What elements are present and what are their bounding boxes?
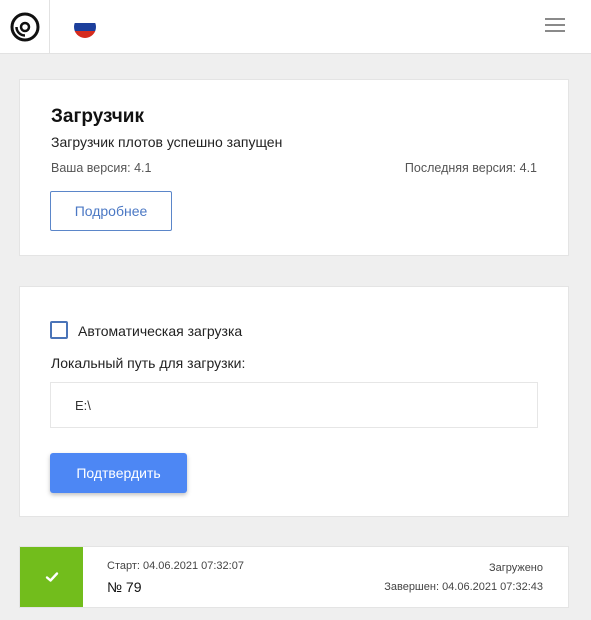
- auto-download-label[interactable]: Автоматическая загрузка: [78, 323, 242, 339]
- job-status-text: Загружено: [488, 562, 543, 574]
- menu-line: [545, 18, 565, 20]
- menu-line: [545, 30, 565, 32]
- flag-stripe-blue: [74, 23, 96, 31]
- logo[interactable]: [0, 0, 50, 54]
- flag-stripe-red: [74, 30, 96, 38]
- hamburger-menu-icon[interactable]: [541, 14, 569, 36]
- auto-download-checkbox[interactable]: [50, 321, 68, 339]
- latest-version: Последняя версия: 4.1: [404, 161, 537, 175]
- download-path-label: Локальный путь для загрузки:: [51, 355, 246, 371]
- menu-line: [545, 24, 565, 26]
- checkmark-icon: [45, 572, 58, 582]
- job-number: № 79: [107, 579, 142, 595]
- more-details-button[interactable]: Подробнее: [50, 191, 172, 231]
- job-row[interactable]: Старт: 04.06.2021 07:32:07 № 79 Загружен…: [19, 546, 569, 608]
- download-path-input[interactable]: [50, 382, 538, 428]
- russian-flag-icon[interactable]: [74, 16, 96, 38]
- settings-card: Автоматическая загрузка Локальный путь д…: [19, 286, 569, 517]
- confirm-button[interactable]: Подтвердить: [50, 453, 187, 493]
- top-bar: [0, 0, 591, 54]
- loader-title: Загрузчик: [51, 106, 144, 127]
- job-finish-time: Завершен: 04.06.2021 07:32:43: [384, 581, 543, 593]
- your-version: Ваша версия: 4.1: [51, 161, 152, 175]
- loader-card: Загрузчик Загрузчик плотов успешно запущ…: [19, 79, 569, 256]
- flag-stripe-white: [74, 16, 96, 24]
- disc-icon: [10, 12, 39, 42]
- job-start-time: Старт: 04.06.2021 07:32:07: [107, 560, 244, 572]
- job-status-indicator: [20, 547, 83, 607]
- loader-status-message: Загрузчик плотов успешно запущен: [51, 134, 283, 150]
